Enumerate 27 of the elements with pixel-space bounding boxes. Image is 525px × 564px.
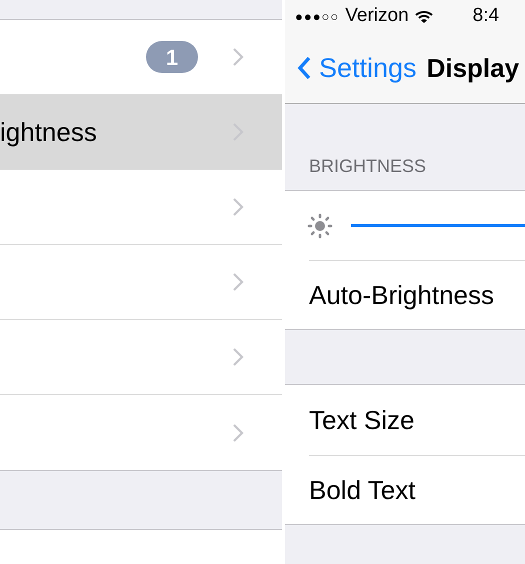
settings-row[interactable] <box>0 245 282 320</box>
brightness-slider[interactable] <box>351 224 525 227</box>
section-header: BRIGHTNESS <box>309 155 426 178</box>
settings-row[interactable] <box>0 530 282 564</box>
row-label: Bold Text <box>309 474 416 506</box>
settings-row[interactable] <box>0 320 282 395</box>
chevron-icon <box>232 47 244 67</box>
row-label: Text Size <box>309 404 414 436</box>
chevron-icon <box>232 197 244 217</box>
signal-strength: ●●●○○ <box>295 8 340 26</box>
settings-row[interactable] <box>0 395 282 470</box>
row-label: ightness <box>0 116 97 148</box>
chevron-icon <box>232 272 244 292</box>
count-badge: 1 <box>146 41 198 73</box>
settings-row[interactable]: ightness <box>0 95 282 170</box>
wifi-icon <box>414 10 433 24</box>
screen-title: Display <box>426 52 520 84</box>
chevron-icon <box>232 422 244 442</box>
carrier-name: Verizon <box>345 4 409 28</box>
chevron-left-icon <box>297 56 311 80</box>
sun-icon <box>307 212 333 238</box>
settings-row[interactable] <box>0 170 282 245</box>
row-label: Auto-Brightness <box>309 278 494 312</box>
chevron-icon <box>232 347 244 367</box>
back-button[interactable]: Settings <box>297 48 417 88</box>
settings-row[interactable]: 1 <box>0 20 282 95</box>
clock-time: 8:4 <box>472 4 500 28</box>
